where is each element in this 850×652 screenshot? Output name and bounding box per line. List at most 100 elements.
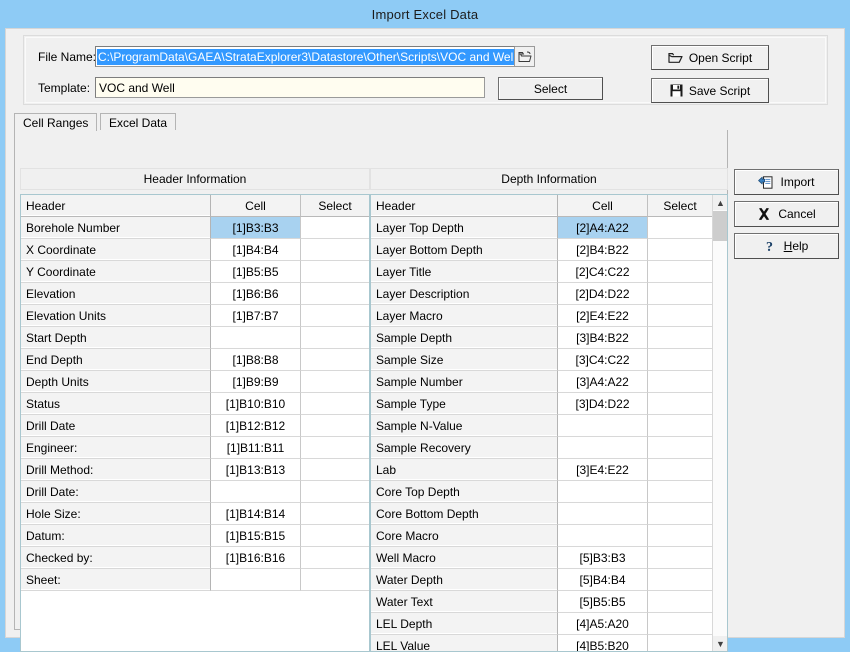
cell-range-cell[interactable]: [1]B3:B3 bbox=[211, 217, 301, 239]
select-cell[interactable] bbox=[648, 283, 712, 305]
select-cell[interactable] bbox=[648, 217, 712, 239]
table-row[interactable]: Core Bottom Depth bbox=[371, 503, 727, 525]
select-cell[interactable] bbox=[648, 239, 712, 261]
cell-range-cell[interactable]: [5]B3:B3 bbox=[558, 547, 648, 569]
depth-information-grid[interactable]: Header Cell Select Layer Top Depth [2]A4:A22… bbox=[370, 194, 728, 652]
select-cell[interactable] bbox=[301, 349, 369, 371]
select-cell[interactable] bbox=[648, 261, 712, 283]
table-row[interactable]: Drill Method: [1]B13:B13 bbox=[21, 459, 369, 481]
chevron-down-icon[interactable]: ▼ bbox=[713, 636, 727, 651]
cell-range-cell[interactable]: [2]C4:C22 bbox=[558, 261, 648, 283]
row-header-cell[interactable]: Core Bottom Depth bbox=[371, 503, 558, 525]
table-row[interactable]: X Coordinate [1]B4:B4 bbox=[21, 239, 369, 261]
header-information-grid[interactable]: Header Cell Select Borehole Number [1]B3:B3 X… bbox=[20, 194, 370, 652]
row-header-cell[interactable]: Layer Macro bbox=[371, 305, 558, 327]
row-header-cell[interactable]: Drill Method: bbox=[21, 459, 211, 481]
cell-range-cell[interactable]: [1]B13:B13 bbox=[211, 459, 301, 481]
row-header-cell[interactable]: LEL Value bbox=[371, 635, 558, 651]
cell-range-cell[interactable]: [2]A4:A22 bbox=[558, 217, 648, 239]
column-header-header[interactable]: Header bbox=[21, 195, 211, 217]
table-row[interactable]: Layer Description [2]D4:D22 bbox=[371, 283, 727, 305]
help-button[interactable]: ? Help bbox=[734, 233, 839, 259]
row-header-cell[interactable]: Drill Date: bbox=[21, 481, 211, 503]
table-row[interactable]: LEL Value [4]B5:B20 bbox=[371, 635, 727, 651]
row-header-cell[interactable]: Core Top Depth bbox=[371, 481, 558, 503]
select-cell[interactable] bbox=[648, 569, 712, 591]
row-header-cell[interactable]: Sample Type bbox=[371, 393, 558, 415]
row-header-cell[interactable]: Borehole Number bbox=[21, 217, 211, 239]
select-cell[interactable] bbox=[648, 591, 712, 613]
cell-range-cell[interactable]: [5]B4:B4 bbox=[558, 569, 648, 591]
row-header-cell[interactable]: Checked by: bbox=[21, 547, 211, 569]
tab-excel-data[interactable]: Excel Data bbox=[100, 113, 177, 131]
cell-range-cell[interactable] bbox=[211, 327, 301, 349]
cell-range-cell[interactable]: [4]A5:A20 bbox=[558, 613, 648, 635]
table-row[interactable]: Core Top Depth bbox=[371, 481, 727, 503]
row-header-cell[interactable]: Sample Number bbox=[371, 371, 558, 393]
cell-range-cell[interactable]: [3]C4:C22 bbox=[558, 349, 648, 371]
row-header-cell[interactable]: X Coordinate bbox=[21, 239, 211, 261]
row-header-cell[interactable]: Elevation Units bbox=[21, 305, 211, 327]
row-header-cell[interactable]: End Depth bbox=[21, 349, 211, 371]
cell-range-cell[interactable] bbox=[558, 437, 648, 459]
select-cell[interactable] bbox=[301, 459, 369, 481]
row-header-cell[interactable]: Layer Top Depth bbox=[371, 217, 558, 239]
select-cell[interactable] bbox=[301, 525, 369, 547]
cell-range-cell[interactable]: [1]B4:B4 bbox=[211, 239, 301, 261]
chevron-up-icon[interactable]: ▲ bbox=[713, 195, 727, 210]
depth-grid-scrollbar[interactable]: ▲ ▼ bbox=[712, 195, 727, 651]
import-button[interactable]: Import bbox=[734, 169, 839, 195]
table-row[interactable]: Elevation Units [1]B7:B7 bbox=[21, 305, 369, 327]
cell-range-cell[interactable] bbox=[558, 525, 648, 547]
table-row[interactable]: Drill Date: bbox=[21, 481, 369, 503]
row-header-cell[interactable]: Sample N-Value bbox=[371, 415, 558, 437]
row-header-cell[interactable]: Drill Date bbox=[21, 415, 211, 437]
table-row[interactable]: Drill Date [1]B12:B12 bbox=[21, 415, 369, 437]
scrollbar-thumb[interactable] bbox=[713, 211, 727, 241]
table-row[interactable]: Lab [3]E4:E22 bbox=[371, 459, 727, 481]
row-header-cell[interactable]: Sheet: bbox=[21, 569, 211, 591]
cell-range-cell[interactable]: [2]D4:D22 bbox=[558, 283, 648, 305]
table-row[interactable]: Depth Units [1]B9:B9 bbox=[21, 371, 369, 393]
row-header-cell[interactable]: Layer Bottom Depth bbox=[371, 239, 558, 261]
select-cell[interactable] bbox=[301, 569, 369, 591]
select-cell[interactable] bbox=[301, 239, 369, 261]
row-header-cell[interactable]: Core Macro bbox=[371, 525, 558, 547]
row-header-cell[interactable]: Sample Size bbox=[371, 349, 558, 371]
table-row[interactable]: Layer Macro [2]E4:E22 bbox=[371, 305, 727, 327]
table-row[interactable]: Elevation [1]B6:B6 bbox=[21, 283, 369, 305]
cell-range-cell[interactable]: [1]B5:B5 bbox=[211, 261, 301, 283]
select-cell[interactable] bbox=[301, 547, 369, 569]
row-header-cell[interactable]: Sample Recovery bbox=[371, 437, 558, 459]
table-row[interactable]: Checked by: [1]B16:B16 bbox=[21, 547, 369, 569]
cell-range-cell[interactable] bbox=[211, 481, 301, 503]
table-row[interactable]: Engineer: [1]B11:B11 bbox=[21, 437, 369, 459]
row-header-cell[interactable]: Elevation bbox=[21, 283, 211, 305]
select-cell[interactable] bbox=[648, 305, 712, 327]
cell-range-cell[interactable]: [1]B9:B9 bbox=[211, 371, 301, 393]
row-header-cell[interactable]: Water Text bbox=[371, 591, 558, 613]
row-header-cell[interactable]: Status bbox=[21, 393, 211, 415]
table-row[interactable]: Start Depth bbox=[21, 327, 369, 349]
row-header-cell[interactable]: Sample Depth bbox=[371, 327, 558, 349]
select-cell[interactable] bbox=[648, 547, 712, 569]
cell-range-cell[interactable]: [1]B14:B14 bbox=[211, 503, 301, 525]
row-header-cell[interactable]: Depth Units bbox=[21, 371, 211, 393]
cell-range-cell[interactable]: [5]B5:B5 bbox=[558, 591, 648, 613]
select-cell[interactable] bbox=[648, 613, 712, 635]
table-row[interactable]: Hole Size: [1]B14:B14 bbox=[21, 503, 369, 525]
scrollbar-track[interactable] bbox=[713, 210, 727, 636]
save-script-button[interactable]: Save Script bbox=[651, 78, 769, 103]
table-row[interactable]: Sheet: bbox=[21, 569, 369, 591]
select-cell[interactable] bbox=[648, 415, 712, 437]
column-header-header[interactable]: Header bbox=[371, 195, 558, 217]
select-cell[interactable] bbox=[301, 437, 369, 459]
cell-range-cell[interactable] bbox=[558, 415, 648, 437]
select-cell[interactable] bbox=[301, 393, 369, 415]
table-row[interactable]: Borehole Number [1]B3:B3 bbox=[21, 217, 369, 239]
cell-range-cell[interactable]: [1]B7:B7 bbox=[211, 305, 301, 327]
file-name-input[interactable]: C:\ProgramData\GAEA\StrataExplorer3\Data… bbox=[95, 46, 515, 67]
table-row[interactable]: Sample Type [3]D4:D22 bbox=[371, 393, 727, 415]
cell-range-cell[interactable]: [1]B6:B6 bbox=[211, 283, 301, 305]
cell-range-cell[interactable]: [3]B4:B22 bbox=[558, 327, 648, 349]
